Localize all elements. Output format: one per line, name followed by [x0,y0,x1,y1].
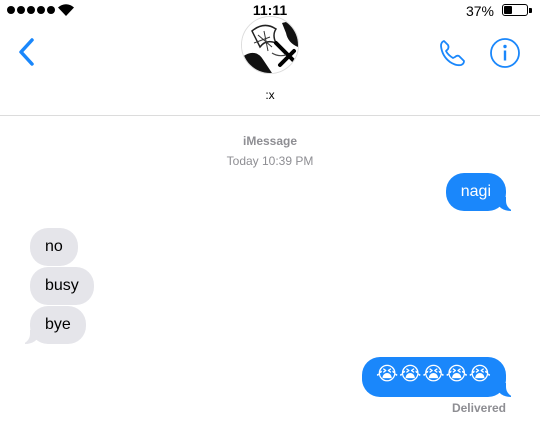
battery-nub [529,8,532,13]
message-text: nagi [460,183,491,200]
contact-avatar[interactable] [241,16,299,74]
message-text: no [45,238,63,255]
battery-icon [502,4,528,16]
message-bubble-received[interactable]: bye [20,306,86,344]
message-text: busy [45,277,79,294]
back-button[interactable] [14,36,42,68]
message-text: bye [45,316,71,333]
message-bubble-sent[interactable]: 😭😭😭😭😭 [361,357,517,397]
message-bubble-received[interactable]: busy [30,267,94,305]
phone-icon [440,40,465,67]
header-divider [0,115,540,116]
battery-fill [504,6,512,14]
service-label: iMessage [242,134,298,148]
battery-percentage: 37% [465,3,494,19]
contact-name[interactable]: :x [0,88,540,102]
message-text: 😭😭😭😭😭 [375,364,492,385]
thread-timestamp: Today 10:39 PM [226,154,314,168]
info-button[interactable] [489,37,521,69]
avatar-image [242,17,298,73]
info-icon [490,38,520,68]
call-button[interactable] [436,37,468,69]
message-bubble-sent[interactable]: nagi [445,173,517,211]
delivery-status: Delivered [451,401,506,415]
message-bubble-received[interactable]: no [30,228,78,266]
chevron-left-icon [19,38,34,66]
